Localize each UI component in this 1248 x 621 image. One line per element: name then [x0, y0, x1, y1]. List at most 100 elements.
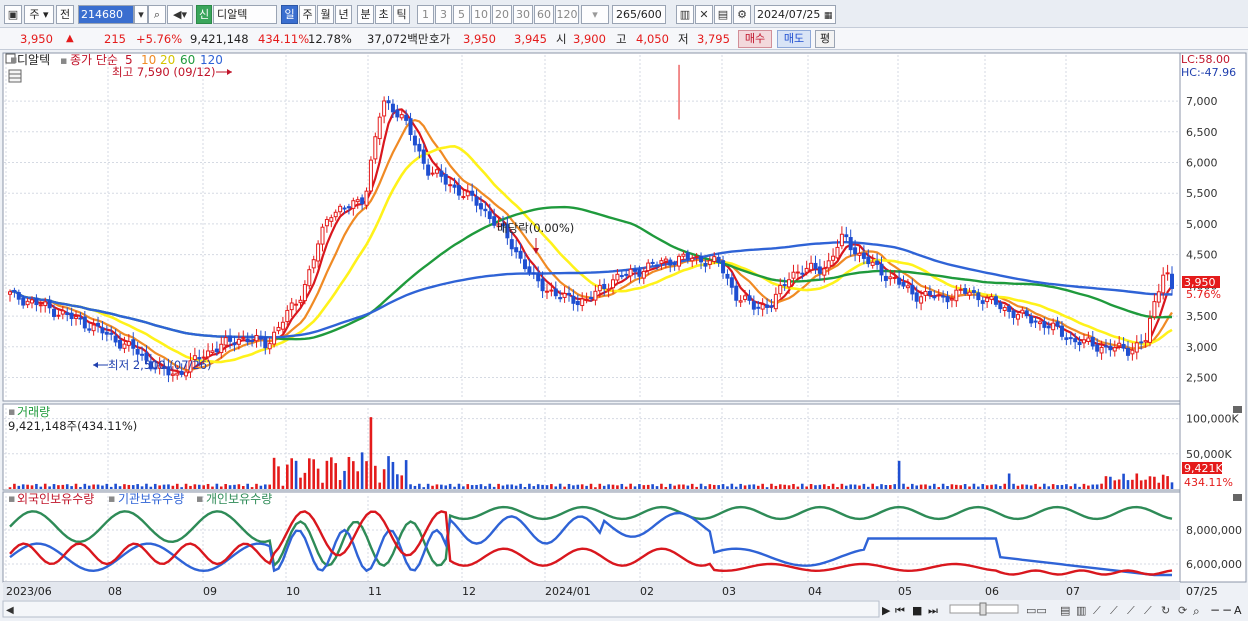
volume-bar	[897, 460, 901, 489]
data-count-field[interactable]: 265/600	[612, 5, 666, 24]
volume-bar	[915, 485, 919, 489]
new-stock-badge: 신	[196, 5, 212, 24]
candle-body	[721, 260, 726, 274]
pattern-icon[interactable]: ⟋	[1127, 604, 1135, 617]
volume-bar	[435, 484, 439, 489]
volume-bar	[1069, 486, 1073, 489]
period-week-tab[interactable]: 주	[299, 5, 316, 24]
volume-bar	[453, 486, 456, 489]
interval-20[interactable]: 20	[492, 5, 512, 24]
period-second-tab[interactable]: 초	[375, 5, 392, 24]
volume-bar	[668, 483, 672, 489]
scroll-start-icon[interactable]: ⏮	[895, 604, 905, 617]
sell-button[interactable]: 매도	[777, 30, 811, 48]
candle-body	[769, 305, 774, 308]
interval-120[interactable]: 120	[555, 5, 579, 24]
candle-body	[993, 296, 998, 305]
code-dropdown-icon[interactable]: ▾	[134, 5, 148, 24]
candle-body	[835, 246, 840, 259]
measure-icon[interactable]: ⟋	[1110, 604, 1118, 617]
volume-bar	[1161, 474, 1165, 489]
candle-body	[91, 324, 96, 332]
candle-body	[575, 301, 580, 306]
candle-body	[941, 295, 946, 298]
volume-bar	[893, 484, 897, 489]
volume-bar	[281, 485, 285, 489]
scroll-left-icon[interactable]: ◀	[6, 605, 14, 616]
scroll-end-icon[interactable]: ⏭	[928, 604, 938, 617]
search-icon[interactable]: ⌕	[148, 5, 166, 24]
candle-type-icon[interactable]: ▥	[676, 5, 694, 24]
refresh-icon[interactable]: ↻	[1161, 604, 1170, 617]
volume-bar	[941, 483, 945, 489]
holdings-panel-close-icon[interactable]	[1233, 494, 1242, 501]
layout-icon[interactable]: ▭▭	[1026, 604, 1047, 617]
sound-icon[interactable]: ◀▾	[167, 5, 193, 24]
candle-body	[360, 197, 365, 205]
interval-60[interactable]: 60	[534, 5, 554, 24]
zoom-out-icon[interactable]: −	[1210, 603, 1220, 617]
crosshair-icon[interactable]: ✕	[695, 5, 713, 24]
gear-icon[interactable]: ⚙	[733, 5, 751, 24]
candle-body	[602, 283, 607, 290]
candle-body	[787, 279, 792, 288]
interval-30[interactable]: 30	[513, 5, 533, 24]
interval-custom-select[interactable]: ▾	[581, 5, 609, 24]
volume-bar	[299, 477, 302, 489]
zoom-icon[interactable]: ⌕	[1193, 604, 1200, 618]
period-tick-tab[interactable]: 틱	[393, 5, 410, 24]
volume-bar	[294, 460, 298, 489]
interval-5[interactable]: 5	[453, 5, 470, 24]
volume-bar	[814, 485, 817, 489]
window-menu-icon[interactable]: ▣	[4, 5, 22, 24]
candle-body	[74, 316, 79, 319]
volume-bar	[805, 486, 808, 489]
date-tick-label: 07	[1066, 585, 1080, 598]
table-view-icon[interactable]	[8, 69, 22, 83]
scroll-right-icon[interactable]: ▶	[882, 604, 891, 617]
period-month-tab[interactable]: 월	[317, 5, 334, 24]
draw-line-icon[interactable]: ⟋	[1093, 604, 1101, 617]
zoom-in-icon[interactable]: −	[1222, 603, 1232, 617]
market-select[interactable]: 주 ▾	[24, 5, 54, 24]
candle-body	[646, 262, 651, 272]
candle-body	[412, 135, 417, 146]
interval-1[interactable]: 1	[417, 5, 434, 24]
interval-3[interactable]: 3	[435, 5, 452, 24]
candle-body	[949, 298, 954, 301]
volume-bar	[233, 484, 236, 489]
prev-button[interactable]: 전	[56, 5, 74, 24]
calendar-icon[interactable]: ▦	[824, 11, 833, 21]
period-day-tab[interactable]: 일	[281, 5, 298, 24]
font-size-icon[interactable]: A	[1234, 604, 1242, 617]
save-icon[interactable]: ▤	[714, 5, 732, 24]
candle-style-icon[interactable]: ▥	[1076, 604, 1086, 617]
volume-bar	[131, 485, 135, 489]
stop-icon[interactable]: ■	[912, 604, 922, 617]
period-year-tab[interactable]: 년	[335, 5, 352, 24]
date-field[interactable]: 2024/07/25 ▦	[754, 5, 836, 24]
grid-icon[interactable]: ▤	[1060, 604, 1070, 617]
stock-name-field[interactable]: 디알텍	[213, 5, 277, 24]
price-tick-label: 3,500	[1186, 310, 1218, 323]
stock-code-input[interactable]: 214680	[78, 5, 134, 24]
buy-button[interactable]: 매수	[738, 30, 772, 48]
volume-bar	[831, 483, 835, 489]
zoom-slider-thumb[interactable]	[979, 602, 987, 616]
volume-bar	[572, 485, 575, 489]
avg-button[interactable]: 평	[815, 30, 835, 48]
volume-bar	[928, 485, 932, 489]
candle-body	[707, 260, 712, 265]
candle-body	[258, 336, 263, 340]
period-minute-tab[interactable]: 분	[357, 5, 374, 24]
interval-10[interactable]: 10	[471, 5, 491, 24]
fib-icon[interactable]: ⟋	[1144, 604, 1152, 617]
current-price: 3,950	[20, 32, 53, 46]
stock-chart[interactable]: 2,5003,0003,5004,0004,5005,0005,5006,000…	[0, 51, 1248, 621]
volume-bar	[585, 485, 588, 489]
candle-body	[685, 252, 690, 260]
scrollbar-track[interactable]	[2, 600, 880, 618]
sync-icon[interactable]: ⟳	[1178, 604, 1187, 617]
candle-body	[901, 282, 906, 287]
candle-body	[483, 208, 488, 212]
